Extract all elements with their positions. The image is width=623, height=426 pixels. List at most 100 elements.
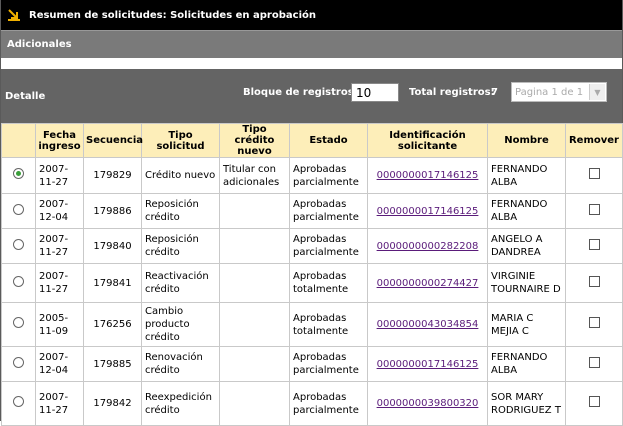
table-toolbar: Detalle Bloque de registros: Total regis…	[1, 69, 622, 123]
table-row: 2007-12-04 179886 Reposición crédito Aproba…	[1, 193, 623, 229]
estado-cell: Aprobadas parcialmente	[289, 157, 368, 194]
col-fecha: Fecha ingreso	[35, 123, 84, 158]
remove-checkbox[interactable]	[588, 396, 600, 407]
page-title: Resumen de solicitudes: Solicitudes en a…	[29, 9, 316, 21]
remove-checkbox[interactable]	[588, 275, 600, 287]
tipo-solicitud-cell: Cambio producto crédito	[141, 302, 220, 347]
tipo-solicitud-cell: Renovación crédito	[141, 346, 220, 382]
collapse-arrow-icon[interactable]	[7, 8, 21, 22]
table-row: 2005-11-09 176256 Cambio producto crédito A…	[1, 302, 623, 347]
chevron-down-icon[interactable]: ▼	[589, 84, 605, 100]
identificacion-cell: 0000000017146125	[367, 157, 488, 194]
estado-cell: Aprobadas parcialmente	[289, 346, 368, 382]
table-header-row: Fecha ingreso Secuencia Tipo solicitud T…	[1, 123, 623, 158]
secuencia-cell: 179829	[83, 157, 142, 194]
remover-cell	[565, 263, 623, 303]
spacer	[1, 58, 622, 69]
remover-cell	[565, 302, 623, 347]
tipo-solicitud-cell: Reactivación crédito	[141, 263, 220, 303]
row-radio-button[interactable]	[13, 203, 24, 215]
secuencia-cell: 176256	[83, 302, 142, 347]
identificacion-cell: 0000000017146125	[367, 346, 488, 382]
col-tipo-solicitud: Tipo solicitud	[141, 123, 220, 158]
col-identificacion: Identificación solicitante	[367, 123, 488, 158]
tipo-solicitud-cell: Reexpedición crédito	[141, 381, 220, 426]
row-radio-button[interactable]	[13, 356, 24, 368]
row-radio-button[interactable]	[13, 396, 24, 407]
col-tipo-credito: Tipo crédito nuevo	[219, 123, 290, 158]
col-estado: Estado	[289, 123, 368, 158]
tipo-solicitud-cell: Reposición crédito	[141, 193, 220, 229]
fecha-cell: 2007-11-27	[35, 157, 84, 194]
row-radio-button[interactable]	[13, 238, 24, 250]
identificacion-link[interactable]: 0000000000282208	[377, 241, 479, 252]
header-bar: Resumen de solicitudes: Solicitudes en a…	[1, 0, 622, 30]
remove-checkbox[interactable]	[588, 238, 600, 250]
identificacion-link[interactable]: 0000000039800320	[377, 398, 479, 409]
tipo-credito-cell	[219, 381, 290, 426]
table-row: 2007-11-27 179841 Reactivación crédito Apro…	[1, 263, 623, 303]
tipo-solicitud-cell: Reposición crédito	[141, 228, 220, 264]
row-radio-button[interactable]	[13, 275, 24, 287]
remover-cell	[565, 193, 623, 229]
col-secuencia: Secuencia	[83, 123, 143, 158]
identificacion-cell: 0000000017146125	[367, 193, 488, 229]
fecha-cell: 2007-11-27	[35, 263, 84, 303]
secuencia-cell: 179886	[83, 193, 142, 229]
nombre-cell: MARIA C MEJIA C	[487, 302, 566, 347]
identificacion-link[interactable]: 0000000043034854	[377, 319, 479, 330]
estado-cell: Aprobadas totalmente	[289, 302, 368, 347]
tipo-credito-cell	[219, 346, 290, 382]
page: Resumen de solicitudes: Solicitudes en a…	[0, 0, 623, 426]
secuencia-cell: 179885	[83, 346, 142, 382]
total-records-label: Total registros:	[409, 87, 495, 98]
identificacion-link[interactable]: 0000000017146125	[377, 170, 479, 181]
estado-cell: Aprobadas totalmente	[289, 263, 368, 303]
nombre-cell: FERNANDO ALBA	[487, 346, 566, 382]
secuencia-cell: 179842	[83, 381, 142, 426]
tipo-credito-cell	[219, 263, 290, 303]
fecha-cell: 2007-11-27	[35, 228, 84, 264]
row-select-cell	[1, 381, 36, 426]
row-select-cell	[1, 193, 36, 229]
identificacion-link[interactable]: 0000000000274427	[377, 278, 479, 289]
fecha-cell: 2007-12-04	[35, 346, 84, 382]
fecha-cell: 2007-12-04	[35, 193, 84, 229]
section-title: Adicionales	[1, 30, 622, 58]
requests-table: Fecha ingreso Secuencia Tipo solicitud T…	[1, 123, 623, 426]
remove-checkbox[interactable]	[588, 356, 600, 368]
estado-cell: Aprobadas parcialmente	[289, 193, 368, 229]
identificacion-cell: 0000000000274427	[367, 263, 488, 303]
identificacion-cell: 0000000000282208	[367, 228, 488, 264]
table-row: 2007-12-04 179885 Renovación crédito Aproba…	[1, 346, 623, 382]
nombre-cell: ANGELO A DANDREA	[487, 228, 566, 264]
col-select	[1, 123, 36, 158]
table-row: 2007-11-27 179840 Reposición crédito Aproba…	[1, 228, 623, 264]
nombre-cell: VIRGINIE TOURNAIRE D	[487, 263, 566, 303]
row-select-cell	[1, 228, 36, 264]
block-size-input[interactable]	[351, 83, 399, 102]
remove-checkbox[interactable]	[588, 203, 600, 215]
row-select-cell	[1, 302, 36, 347]
nombre-cell: FERNANDO ALBA	[487, 157, 566, 194]
fecha-cell: 2005-11-09	[35, 302, 84, 347]
row-radio-button[interactable]	[13, 317, 24, 328]
row-radio-button[interactable]	[13, 168, 24, 179]
row-select-cell	[1, 346, 36, 382]
page-select[interactable]: Pagina 1 de 1 ▼	[511, 82, 607, 102]
col-nombre: Nombre	[487, 123, 566, 158]
remove-checkbox[interactable]	[588, 168, 600, 179]
detail-label: Detalle	[5, 90, 46, 102]
remover-cell	[565, 381, 623, 426]
tipo-solicitud-cell: Crédito nuevo	[141, 157, 220, 194]
remove-checkbox[interactable]	[588, 317, 600, 328]
table-row: 2007-11-27 179842 Reexpedición crédito Apro…	[1, 381, 623, 426]
identificacion-link[interactable]: 0000000017146125	[377, 206, 479, 217]
tipo-credito-cell	[219, 228, 290, 264]
tipo-credito-cell	[219, 302, 290, 347]
table-row: 2007-11-27 179829 Crédito nuevo Titular con…	[1, 157, 623, 194]
page-select-value: Pagina 1 de 1	[515, 86, 584, 98]
identificacion-cell: 0000000043034854	[367, 302, 488, 347]
secuencia-cell: 179841	[83, 263, 142, 303]
identificacion-link[interactable]: 0000000017146125	[377, 359, 479, 370]
